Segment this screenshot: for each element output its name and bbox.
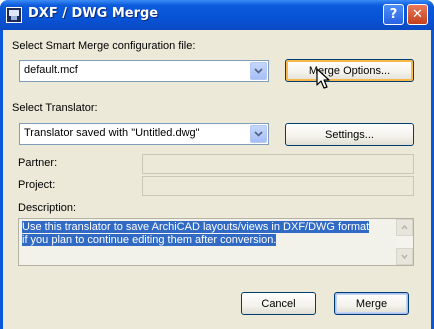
- description-scrollbar[interactable]: [396, 219, 413, 265]
- description-label: Description:: [18, 202, 77, 214]
- cancel-button[interactable]: Cancel: [241, 292, 316, 315]
- translator-value: Translator saved with "Untitled.dwg": [24, 127, 200, 139]
- partner-field: [142, 154, 414, 174]
- chevron-down-icon[interactable]: [250, 125, 267, 143]
- help-icon: ?: [389, 7, 398, 22]
- mouse-pointer-icon: [316, 68, 330, 89]
- title-bar[interactable]: DXF / DWG Merge ? ✕: [0, 0, 434, 30]
- close-button[interactable]: ✕: [407, 4, 428, 25]
- settings-button[interactable]: Settings...: [285, 123, 414, 146]
- merge-button[interactable]: Merge: [334, 292, 409, 315]
- translator-dropdown[interactable]: Translator saved with "Untitled.dwg": [19, 123, 269, 145]
- description-box[interactable]: Use this translator to save ArchiCAD lay…: [18, 218, 414, 266]
- chevron-down-icon[interactable]: [250, 62, 267, 80]
- merge-options-button[interactable]: Merge Options...: [285, 59, 414, 82]
- help-button[interactable]: ?: [383, 4, 404, 25]
- dialog-body: Select Smart Merge configuration file: d…: [3, 30, 431, 329]
- cancel-label: Cancel: [261, 297, 296, 310]
- archicad-app-icon: [6, 7, 22, 23]
- partner-label: Partner:: [18, 157, 58, 169]
- merge-label: Merge: [355, 297, 388, 310]
- scroll-up-icon[interactable]: [396, 219, 413, 236]
- merge-config-value: default.mcf: [24, 64, 78, 76]
- translator-label: Select Translator:: [12, 102, 98, 114]
- merge-dialog-window: DXF / DWG Merge ? ✕ Select Smart Merge c…: [0, 0, 434, 329]
- merge-config-dropdown[interactable]: default.mcf: [19, 60, 269, 82]
- project-label: Project:: [18, 179, 56, 191]
- window-title: DXF / DWG Merge: [28, 6, 159, 21]
- scroll-down-icon[interactable]: [396, 248, 413, 265]
- merge-config-label: Select Smart Merge configuration file:: [12, 40, 196, 52]
- description-text[interactable]: Use this translator to save ArchiCAD lay…: [22, 221, 382, 247]
- close-icon: ✕: [412, 7, 423, 22]
- description-line-1: Use this translator to save ArchiCAD lay…: [22, 221, 370, 233]
- project-field: [142, 176, 414, 196]
- settings-label: Settings...: [325, 128, 374, 141]
- description-line-2: if you plan to continue editing them aft…: [22, 234, 277, 246]
